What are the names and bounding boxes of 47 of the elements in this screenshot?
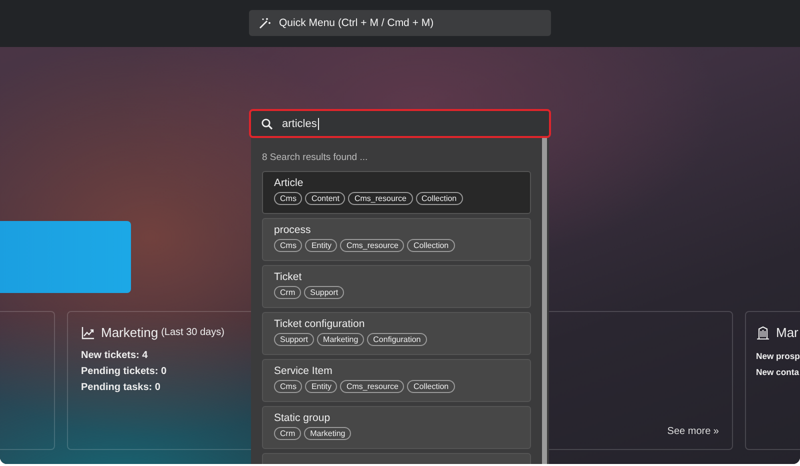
tag: Cms_resource bbox=[340, 380, 404, 393]
quick-menu-button[interactable]: Quick Menu (Ctrl + M / Cmd + M) bbox=[249, 10, 551, 36]
magic-wand-icon bbox=[259, 17, 271, 29]
tag: Crm bbox=[274, 427, 302, 440]
card-title: Marketing bbox=[101, 325, 158, 340]
result-item[interactable]: Ticket Crm Support bbox=[262, 265, 531, 308]
result-item[interactable]: Article Cms Content Cms_resource Collection bbox=[262, 171, 531, 214]
stat-line: Pending tickets: 0 bbox=[81, 365, 167, 379]
stat-line: New tickets: 4 bbox=[81, 349, 148, 363]
result-title: Service Item bbox=[274, 365, 334, 377]
tag: Entity bbox=[305, 239, 338, 252]
tag: Cms_resource bbox=[348, 192, 412, 205]
see-more-link[interactable]: See more » bbox=[667, 426, 719, 437]
trend-chart-icon bbox=[81, 326, 95, 340]
result-title: process bbox=[274, 224, 312, 236]
card-subtitle: (Last 30 days) bbox=[161, 327, 224, 338]
tag: Crm bbox=[274, 286, 302, 299]
tag: Marketing bbox=[304, 427, 352, 440]
tag: Collection bbox=[416, 192, 463, 205]
tag: Entity bbox=[305, 380, 338, 393]
result-item[interactable]: Static group Crm Marketing bbox=[262, 406, 531, 449]
result-item[interactable]: process Cms Entity Cms_resource Collection bbox=[262, 218, 531, 261]
result-item[interactable]: Service Item Cms Entity Cms_resource Collection bbox=[262, 359, 531, 402]
tag: Content bbox=[305, 192, 346, 205]
tag: Configuration bbox=[367, 333, 427, 346]
stat-line: New conta bbox=[756, 366, 799, 379]
tag: Cms bbox=[274, 192, 302, 205]
card-title: Mar bbox=[776, 325, 798, 340]
stat-line: Pending tasks: 0 bbox=[81, 381, 160, 395]
tag: Collection bbox=[407, 239, 455, 252]
tag: Cms_resource bbox=[340, 239, 404, 252]
result-title: Ticket configuration bbox=[274, 318, 366, 330]
result-item[interactable]: Ticket configuration Support Marketing Configuration bbox=[262, 312, 531, 355]
result-title: Static group bbox=[274, 412, 332, 424]
tag: Cms bbox=[274, 380, 302, 393]
search-icon bbox=[261, 118, 273, 130]
results-summary: 8 Search results found ... bbox=[262, 152, 369, 163]
stat-line: New prosp bbox=[756, 350, 800, 363]
tag: Marketing bbox=[317, 333, 364, 346]
result-title: Ticket bbox=[274, 271, 303, 283]
tag: Collection bbox=[407, 380, 455, 393]
tag: Support bbox=[274, 333, 314, 346]
building-icon bbox=[756, 326, 770, 340]
search-field[interactable]: articles bbox=[249, 109, 551, 138]
result-title: Article bbox=[274, 177, 304, 189]
tag: Support bbox=[304, 286, 344, 299]
tag: Cms bbox=[274, 239, 302, 252]
